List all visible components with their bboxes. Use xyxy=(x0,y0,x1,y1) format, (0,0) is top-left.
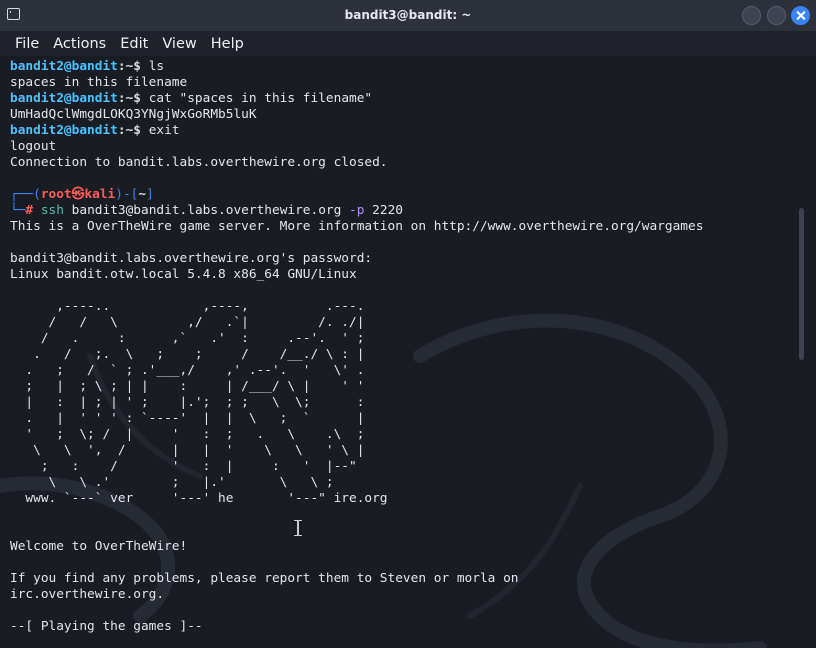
terminal-line: --[ Playing the games ]-- xyxy=(10,619,203,634)
terminal-line: bandit2@bandit:~$ ls xyxy=(10,59,796,75)
prompt-path: :~$ xyxy=(117,91,141,106)
ascii-banner-line: . ; / ` ; .'___,/ ,' .--'. ' \' . xyxy=(10,363,365,378)
prompt-bracket: ] xyxy=(146,187,154,202)
menu-actions[interactable]: Actions xyxy=(46,36,113,52)
title-bar: bandit3@bandit: ~ xyxy=(0,0,816,31)
prompt-path: :~$ xyxy=(117,59,141,74)
terminal-area[interactable]: bandit2@bandit:~$ ls spaces in this file… xyxy=(0,56,816,648)
maximize-button[interactable] xyxy=(767,6,786,25)
kali-prompt-bottom: └─# ssh bandit3@bandit.labs.overthewire.… xyxy=(10,203,796,219)
window-title: bandit3@bandit: ~ xyxy=(344,8,472,22)
prompt-user: bandit2@bandit xyxy=(10,91,118,106)
terminal-line: bandit2@bandit:~$ exit xyxy=(10,123,796,139)
kali-prompt-top: ┌──(root㉿kali)-[~] xyxy=(10,187,796,203)
ascii-banner-line: \ \ ', / | | ' \ \ ' \ | xyxy=(10,443,365,458)
ascii-banner-line: . / ;. \ ; ; / /__./ \ : | xyxy=(10,347,365,362)
terminal-line: Welcome to OverTheWire! xyxy=(10,539,188,554)
ascii-banner-line: ; | ; \ ; | | : | /___/ \ | ' ' xyxy=(10,379,365,394)
terminal-line: UmHadQclWmgdLOKQ3YNgjWxGoRMb5luK xyxy=(10,107,257,122)
terminal-output: bandit2@bandit:~$ ls spaces in this file… xyxy=(10,59,796,635)
terminal-line: logout xyxy=(10,139,57,154)
terminal-line: spaces in this filename xyxy=(10,75,188,90)
ascii-banner-line: . | ' ' ' : `----' | | \ ; ` | xyxy=(10,411,365,426)
command-text: cat "spaces in this filename" xyxy=(141,91,373,106)
prompt-bracket: └─ xyxy=(10,203,26,218)
command-port: 2220 xyxy=(364,203,403,218)
ascii-banner-line: \ \ .' ; |.' \ \ ; xyxy=(10,475,334,490)
terminal-line: irc.overthewire.org. xyxy=(10,587,165,602)
close-button[interactable] xyxy=(791,6,810,25)
terminal-line: This is a OverTheWire game server. More … xyxy=(10,219,704,234)
terminal-line: Linux bandit.otw.local 5.4.8 x86_64 GNU/… xyxy=(10,267,357,282)
menu-view[interactable]: View xyxy=(155,36,203,52)
prompt-bracket: )-[ xyxy=(115,187,139,202)
command-text: exit xyxy=(141,123,180,138)
menu-bar: File Actions Edit View Help xyxy=(0,31,816,56)
minimize-button[interactable] xyxy=(742,6,761,25)
ascii-banner-line: / / \ ,/ .`| /. ./| xyxy=(10,315,365,330)
menu-edit[interactable]: Edit xyxy=(113,36,155,52)
ascii-banner-line: www. `---` ver '---' he '---" ire.org xyxy=(10,491,388,506)
command-option: -p xyxy=(349,203,365,218)
command-text: ls xyxy=(141,59,165,74)
terminal-line: bandit2@bandit:~$ cat "spaces in this fi… xyxy=(10,91,796,107)
prompt-root-host: root㉿kali xyxy=(40,187,116,202)
terminal-line: bandit3@bandit.labs.overthewire.org's pa… xyxy=(10,251,373,266)
prompt-path: :~$ xyxy=(117,123,141,138)
text-cursor-icon xyxy=(294,520,302,536)
ascii-banner-line: ' ; \; / | ' : ; . \ .\ ; xyxy=(10,427,365,442)
ascii-banner-line: / . : ,` .' : .--'. ' ; xyxy=(10,331,365,346)
ascii-banner-line: ; : / ' : | : ' |--" xyxy=(10,459,357,474)
ascii-banner-line: ,----.. ,----, .---. xyxy=(10,299,365,314)
command-args: bandit3@bandit.labs.overthewire.org xyxy=(63,203,350,218)
terminal-line: If you find any problems, please report … xyxy=(10,571,519,586)
ascii-banner-line: | : | ; | ' ; |.'; ; ; \ \; : xyxy=(10,395,365,410)
prompt-bracket: ┌──( xyxy=(10,187,41,202)
prompt-dir: ~ xyxy=(138,187,147,202)
scrollbar-thumb[interactable] xyxy=(799,208,804,360)
prompt-hash: # xyxy=(25,203,34,218)
prompt-user: bandit2@bandit xyxy=(10,123,118,138)
menu-file[interactable]: File xyxy=(8,36,46,52)
prompt-user: bandit2@bandit xyxy=(10,59,118,74)
command-name: ssh xyxy=(33,203,64,218)
menu-help[interactable]: Help xyxy=(204,36,251,52)
terminal-line: Connection to bandit.labs.overthewire.or… xyxy=(10,155,388,170)
